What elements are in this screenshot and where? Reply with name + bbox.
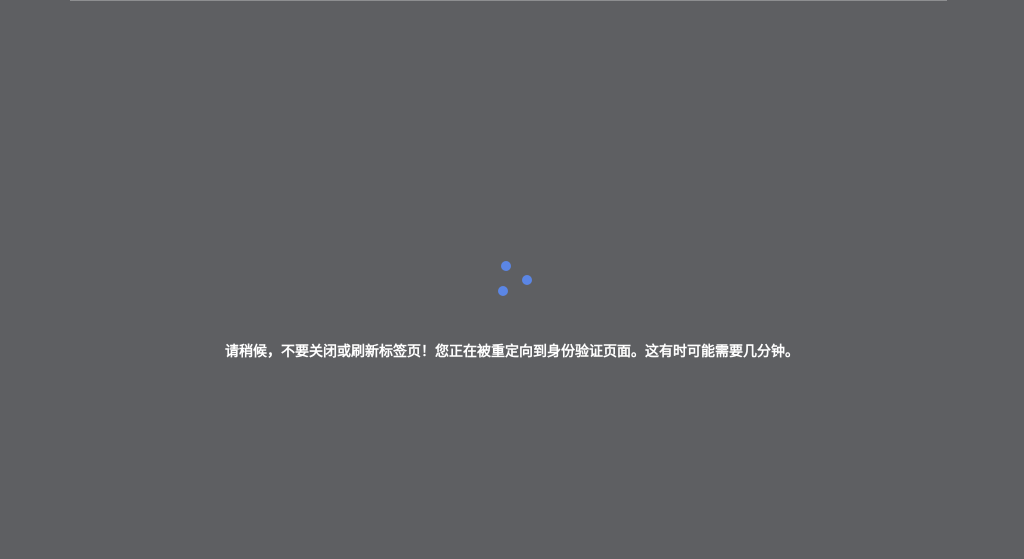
- loading-spinner-icon: [494, 258, 534, 298]
- redirect-loading-screen: 请稍候，不要关闭或刷新标签页！您正在被重定向到身份验证页面。这有时可能需要几分钟…: [0, 0, 1024, 559]
- spinner-dot: [498, 286, 508, 296]
- redirect-message: 请稍候，不要关闭或刷新标签页！您正在被重定向到身份验证页面。这有时可能需要几分钟…: [225, 344, 799, 360]
- spinner-dot: [501, 261, 511, 271]
- spinner-dot: [522, 275, 532, 285]
- top-edge-divider: [70, 0, 947, 1]
